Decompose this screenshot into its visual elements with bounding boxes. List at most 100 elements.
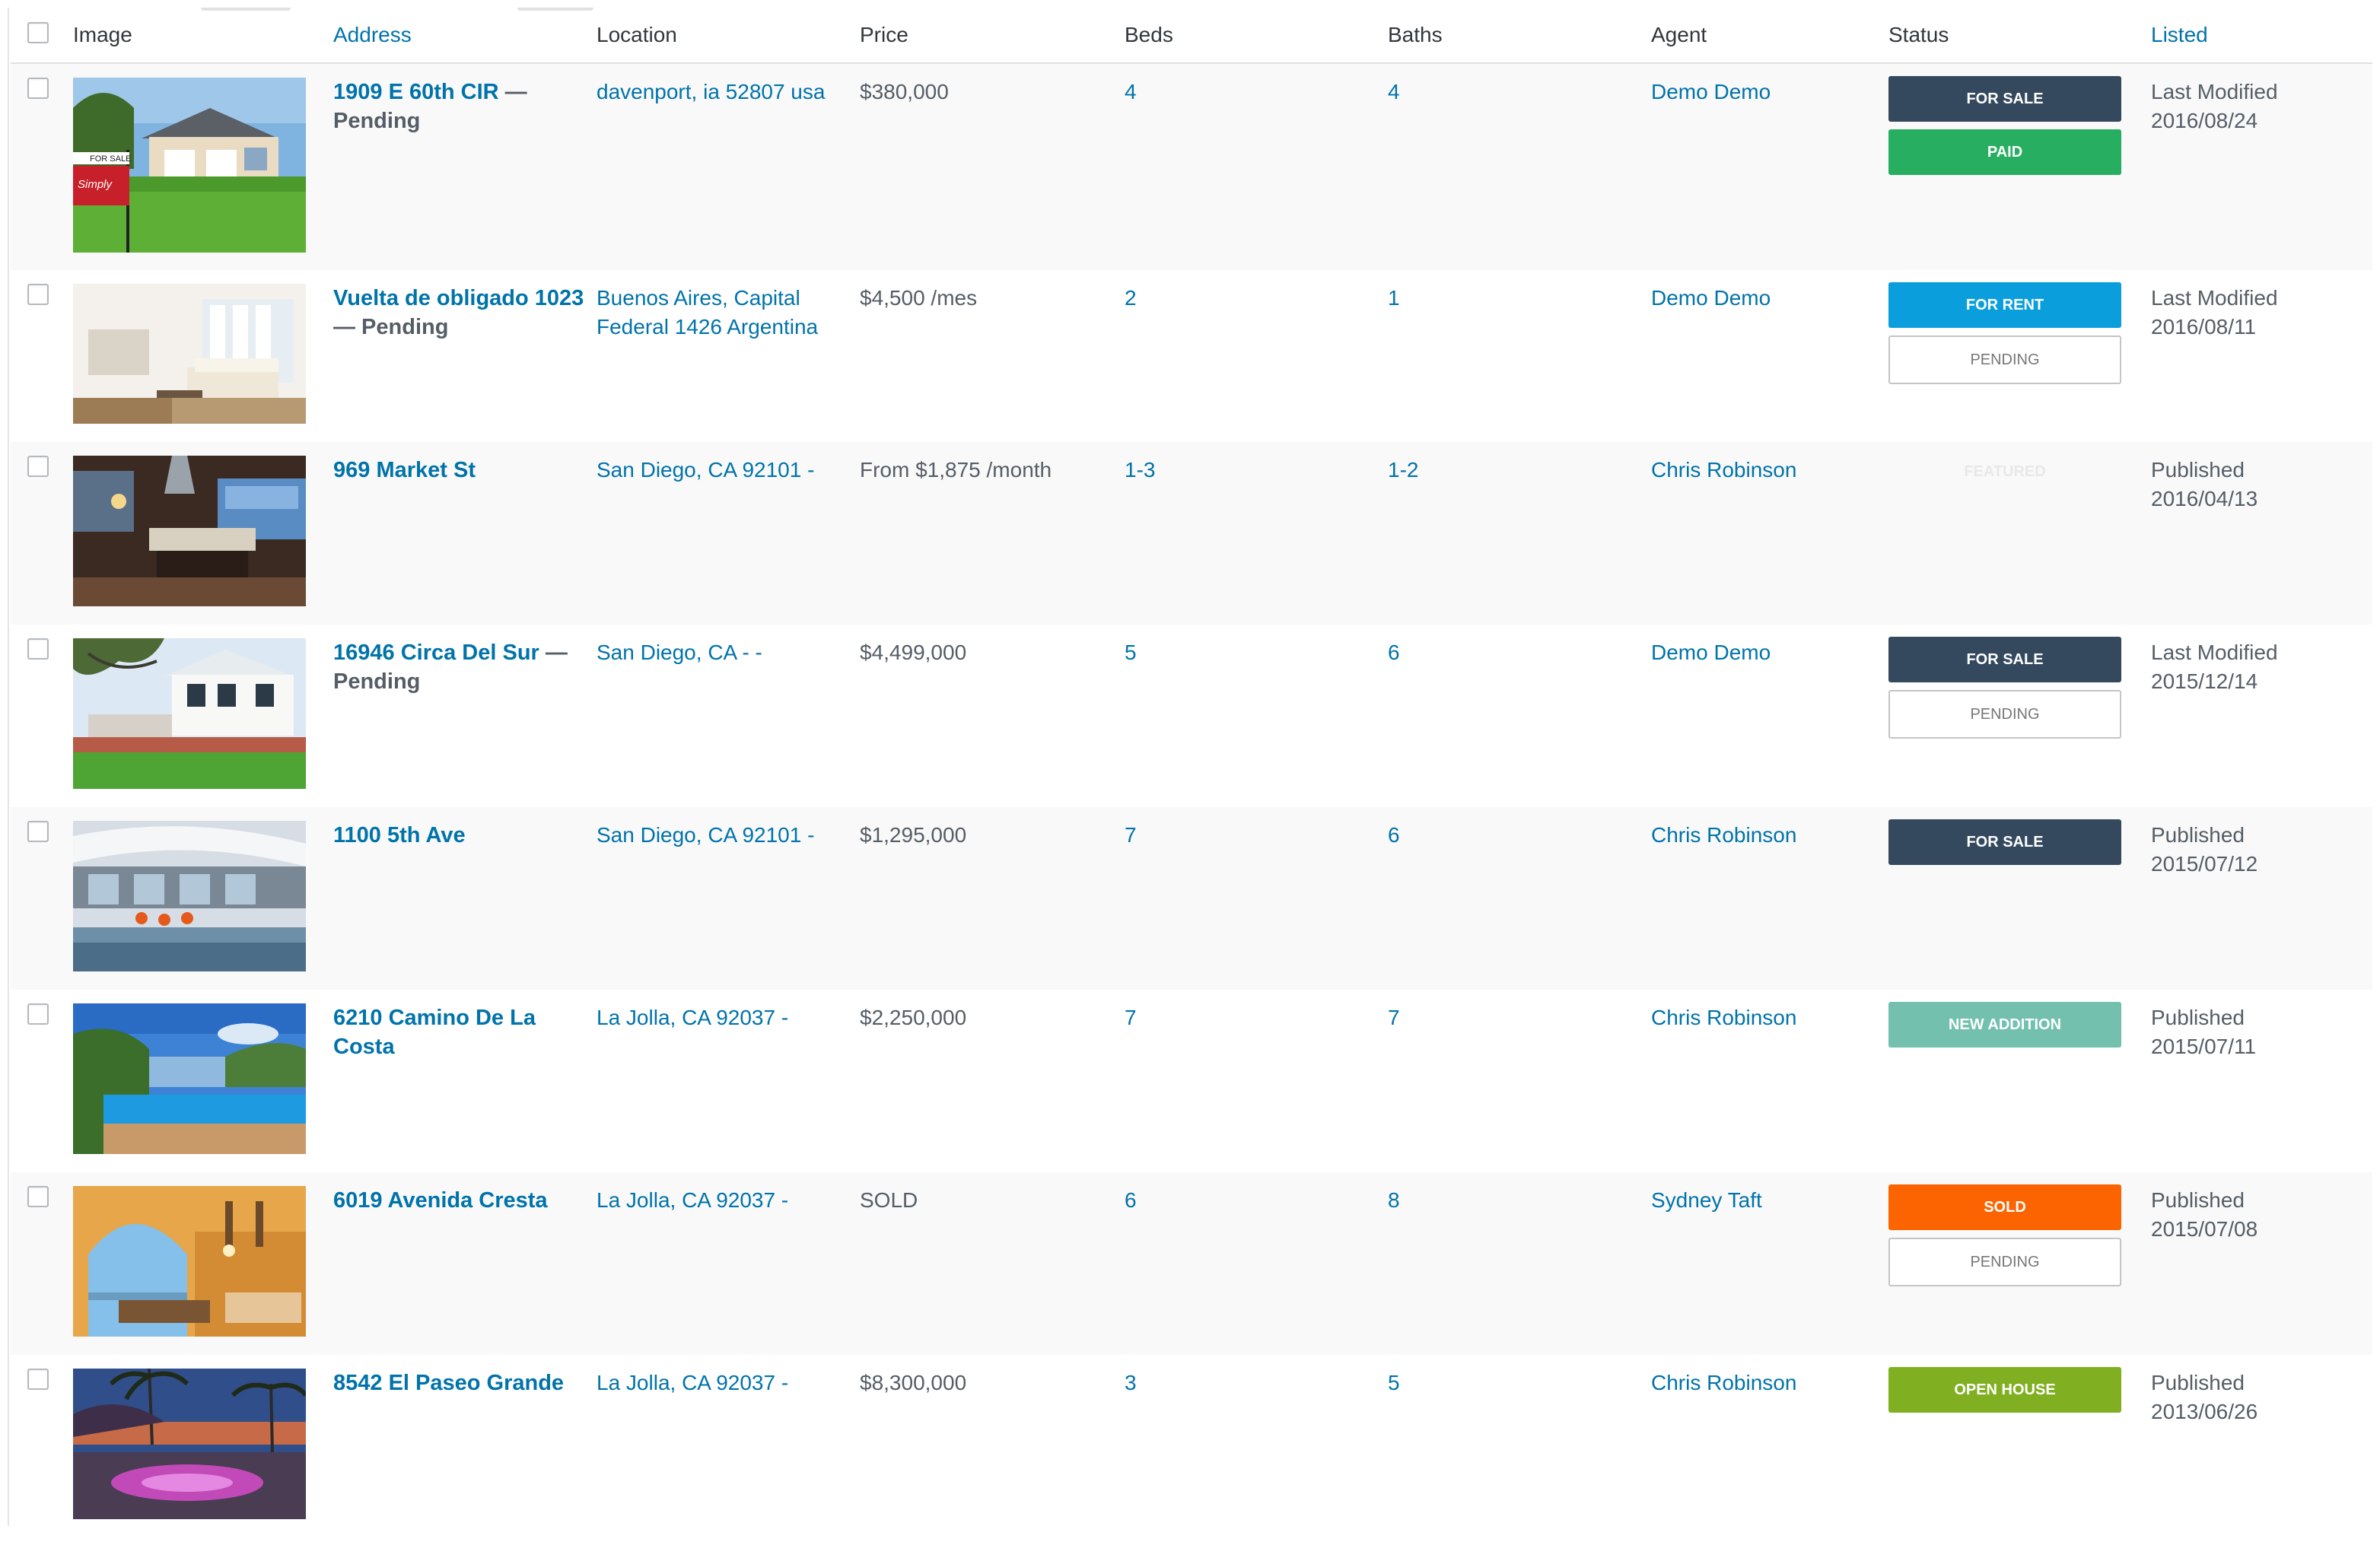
listing-address-link[interactable]: Vuelta de obligado 1023 <box>333 286 584 310</box>
agent-link[interactable]: Chris Robinson <box>1651 1006 1796 1029</box>
price-cell: $4,499,000 <box>854 625 1118 807</box>
listing-thumbnail[interactable] <box>73 284 306 424</box>
row-checkbox[interactable] <box>27 78 49 99</box>
table-row: 6210 Camino De La Costa La Jolla, CA 920… <box>11 990 2372 1172</box>
row-checkbox[interactable] <box>27 1003 49 1025</box>
baths-link[interactable]: 1 <box>1388 286 1400 310</box>
listing-image-cell <box>67 1172 327 1355</box>
agent-link[interactable]: Chris Robinson <box>1651 1371 1796 1394</box>
row-checkbox[interactable] <box>27 638 49 660</box>
row-checkbox[interactable] <box>27 821 49 842</box>
listing-image-cell <box>67 807 327 990</box>
listed-date: 2016/08/11 <box>2151 315 2257 339</box>
baths-link[interactable]: 5 <box>1388 1371 1400 1394</box>
listings-table: Image Address Location Price Beds Baths … <box>11 8 2372 1542</box>
listing-address-link[interactable]: 969 Market St <box>333 458 476 482</box>
listing-thumbnail[interactable] <box>73 1369 306 1519</box>
listed-cell: Last Modified 2016/08/11 <box>2145 270 2372 442</box>
address-cell: 6019 Avenida Cresta <box>327 1172 590 1355</box>
column-header-address[interactable]: Address <box>327 8 590 64</box>
location-link[interactable]: La Jolla, CA 92037 - <box>597 1371 788 1394</box>
svg-text:Simply: Simply <box>78 178 113 191</box>
listing-thumbnail[interactable] <box>73 1186 306 1337</box>
listing-thumbnail[interactable] <box>73 456 306 606</box>
status-badge: PENDING <box>1888 690 2121 739</box>
location-link[interactable]: La Jolla, CA 92037 - <box>597 1188 788 1212</box>
listing-thumbnail[interactable] <box>73 638 306 789</box>
listing-image-cell <box>67 442 327 625</box>
listing-address-link[interactable]: 6019 Avenida Cresta <box>333 1188 548 1213</box>
agent-link[interactable]: Chris Robinson <box>1651 823 1796 847</box>
listing-thumbnail[interactable]: FOR SALE Simply <box>73 78 306 253</box>
beds-cell: 4 <box>1118 63 1382 270</box>
listing-thumbnail[interactable] <box>73 1003 306 1154</box>
location-link[interactable]: San Diego, CA 92101 - <box>597 823 814 847</box>
status-badge: SOLD <box>1888 1184 2121 1230</box>
status-badge: FOR RENT <box>1888 282 2121 328</box>
beds-link[interactable]: 7 <box>1125 1006 1137 1029</box>
tab-indicator <box>201 8 291 11</box>
beds-link[interactable]: 6 <box>1125 1188 1137 1212</box>
row-checkbox[interactable] <box>27 1369 49 1390</box>
agent-link[interactable]: Chris Robinson <box>1651 458 1796 482</box>
row-checkbox[interactable] <box>27 284 49 305</box>
beds-link[interactable]: 5 <box>1125 641 1137 664</box>
location-link[interactable]: Buenos Aires, Capital Federal 1426 Argen… <box>597 286 818 339</box>
column-header-listed[interactable]: Listed <box>2145 8 2372 64</box>
row-select-cell <box>11 63 67 270</box>
listed-label: Last Modified <box>2151 286 2278 310</box>
beds-link[interactable]: 3 <box>1125 1371 1137 1394</box>
baths-link[interactable]: 8 <box>1388 1188 1400 1212</box>
beds-link[interactable]: 4 <box>1125 80 1137 103</box>
row-checkbox[interactable] <box>27 1186 49 1207</box>
column-header-price: Price <box>854 8 1118 64</box>
beds-link[interactable]: 7 <box>1125 823 1137 847</box>
select-all-checkbox[interactable] <box>27 21 49 43</box>
table-row: 6019 Avenida Cresta La Jolla, CA 92037 -… <box>11 1172 2372 1355</box>
status-badge: FOR SALE <box>1888 819 2121 865</box>
listings-table-frame: Image Address Location Price Beds Baths … <box>8 8 2378 1542</box>
listing-address-link[interactable]: 1100 5th Ave <box>333 823 466 847</box>
agent-link[interactable]: Demo Demo <box>1651 80 1771 103</box>
listing-address-link[interactable]: 1909 E 60th CIR <box>333 80 499 104</box>
beds-link[interactable]: 2 <box>1125 286 1137 310</box>
agent-cell: Sydney Taft <box>1645 1172 1882 1355</box>
listed-cell: Published 2016/04/13 <box>2145 442 2372 625</box>
beds-cell: 6 <box>1118 1172 1382 1355</box>
row-checkbox[interactable] <box>27 456 49 477</box>
listing-thumbnail[interactable] <box>73 821 306 971</box>
listed-label: Last Modified <box>2151 80 2278 103</box>
baths-cell: 6 <box>1382 625 1645 807</box>
row-select-cell <box>11 1355 67 1542</box>
listing-address-link[interactable]: 6210 Camino De La Costa <box>333 1006 536 1059</box>
listed-date: 2016/04/13 <box>2151 487 2258 510</box>
status-badge: FOR SALE <box>1888 76 2121 122</box>
baths-link[interactable]: 4 <box>1388 80 1400 103</box>
price-cell: $4,500 /mes <box>854 270 1118 442</box>
listing-address-link[interactable]: 16946 Circa Del Sur <box>333 641 539 665</box>
column-header-beds: Beds <box>1118 8 1382 64</box>
table-row: FOR SALE Simply 1909 E 60th CIR — Pendin… <box>11 63 2372 270</box>
listed-cell: Published 2015/07/08 <box>2145 1172 2372 1355</box>
price-cell: From $1,875 /month <box>854 442 1118 625</box>
baths-link[interactable]: 7 <box>1388 1006 1400 1029</box>
agent-cell: Demo Demo <box>1645 625 1882 807</box>
agent-link[interactable]: Demo Demo <box>1651 641 1771 664</box>
listed-label: Last Modified <box>2151 641 2278 664</box>
baths-cell: 1 <box>1382 270 1645 442</box>
baths-link[interactable]: 6 <box>1388 823 1400 847</box>
location-link[interactable]: San Diego, CA - - <box>597 641 762 664</box>
baths-link[interactable]: 6 <box>1388 641 1400 664</box>
location-link[interactable]: davenport, ia 52807 usa <box>597 80 825 103</box>
location-link[interactable]: La Jolla, CA 92037 - <box>597 1006 788 1029</box>
agent-link[interactable]: Demo Demo <box>1651 286 1771 310</box>
listed-label: Published <box>2151 1188 2245 1212</box>
location-link[interactable]: San Diego, CA 92101 - <box>597 458 814 482</box>
price-cell: $2,250,000 <box>854 990 1118 1172</box>
baths-link[interactable]: 1-2 <box>1388 458 1418 482</box>
beds-link[interactable]: 1-3 <box>1125 458 1155 482</box>
status-cell: FOR SALE PAID <box>1882 63 2145 270</box>
listing-address-link[interactable]: 8542 El Paseo Grande <box>333 1371 564 1395</box>
agent-link[interactable]: Sydney Taft <box>1651 1188 1762 1212</box>
featured-badge: FEATURED <box>1964 463 2046 480</box>
